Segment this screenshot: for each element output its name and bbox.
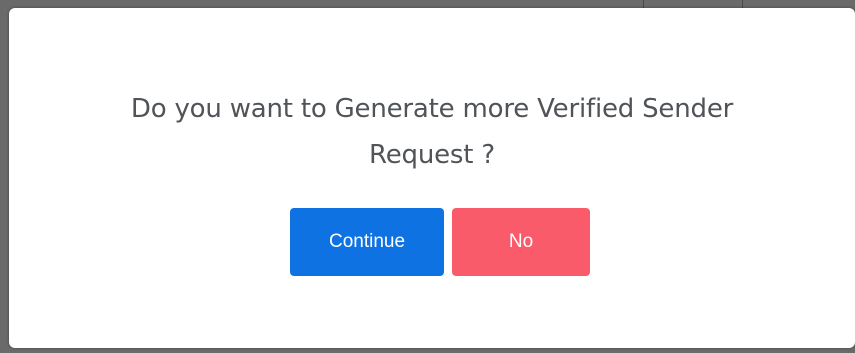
dialog-actions: Continue No <box>290 208 590 276</box>
no-button[interactable]: No <box>452 208 590 276</box>
dialog-message: Do you want to Generate more Verified Se… <box>9 86 855 178</box>
continue-button[interactable]: Continue <box>290 208 444 276</box>
confirmation-dialog: Do you want to Generate more Verified Se… <box>9 8 855 348</box>
dialog-message-line-2: Request ? <box>369 140 495 170</box>
dialog-message-line-1: Do you want to Generate more Verified Se… <box>130 94 734 124</box>
